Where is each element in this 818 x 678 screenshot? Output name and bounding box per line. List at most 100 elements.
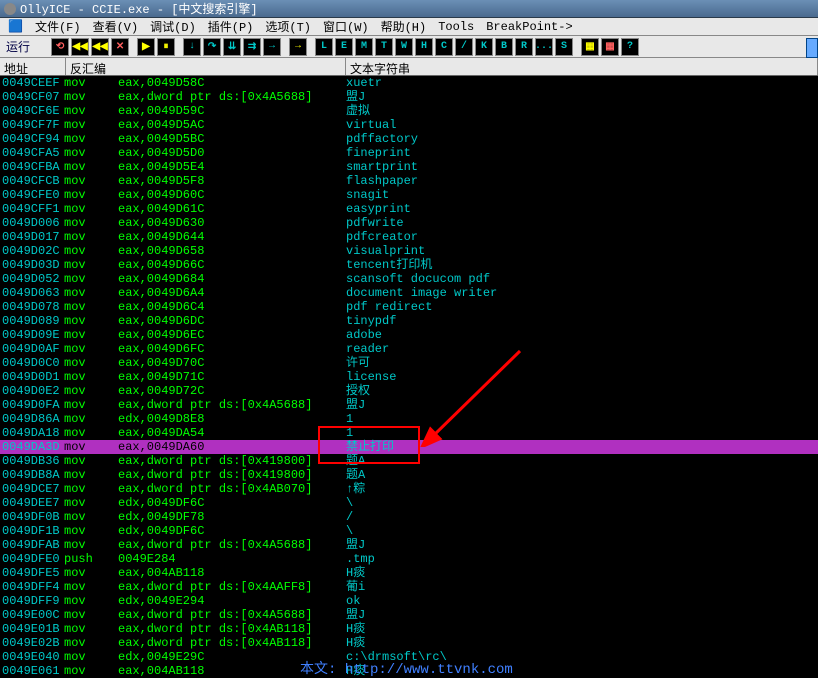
disasm-row[interactable]: 0049DF1Bmovedx,0049DF6C\: [0, 524, 818, 538]
col-disasm[interactable]: 反汇编: [66, 58, 346, 75]
operand-cell: eax,0049D70C: [118, 356, 346, 370]
menu-tools[interactable]: Tools: [432, 20, 480, 34]
disasm-row[interactable]: 0049DFE5moveax,004AB118H痰: [0, 566, 818, 580]
disasm-row[interactable]: 0049CFF1moveax,0049D61Ceasyprint: [0, 202, 818, 216]
menu-plugins[interactable]: 插件(P): [202, 18, 260, 35]
disasm-row[interactable]: 0049DF0Bmovedx,0049DF78/: [0, 510, 818, 524]
disasm-row[interactable]: 0049D078moveax,0049D6C4pdf redirect: [0, 300, 818, 314]
tool-/-button[interactable]: /: [455, 38, 473, 56]
menu-window[interactable]: 窗口(W): [317, 18, 375, 35]
disasm-row[interactable]: 0049D006moveax,0049D630pdfwrite: [0, 216, 818, 230]
disasm-row[interactable]: 0049DFE0push0049E284.tmp: [0, 552, 818, 566]
disasm-row[interactable]: 0049D86Amovedx,0049D8E81: [0, 412, 818, 426]
disasm-row[interactable]: 0049DB8Amoveax,dword ptr ds:[0x419800]题A: [0, 468, 818, 482]
addr-cell: 0049DA3D: [0, 440, 64, 454]
disasm-row[interactable]: 0049CEEFmoveax,0049D58Cxuetr: [0, 76, 818, 90]
menu-debug[interactable]: 调试(D): [144, 18, 202, 35]
play-icon[interactable]: ▶: [137, 38, 155, 56]
operand-cell: eax,dword ptr ds:[0x4AB118]: [118, 622, 346, 636]
tool-B-button[interactable]: B: [495, 38, 513, 56]
tool-W-button[interactable]: W: [395, 38, 413, 56]
disasm-row[interactable]: 0049CF7Fmoveax,0049D5ACvirtual: [0, 118, 818, 132]
back-icon[interactable]: ◀◀: [91, 38, 109, 56]
disasm-row[interactable]: 0049DFF4moveax,dword ptr ds:[0x4AAFF8]葡i: [0, 580, 818, 594]
disasm-row[interactable]: 0049D0AFmoveax,0049D6FCreader: [0, 342, 818, 356]
menu-options[interactable]: 选项(T): [259, 18, 317, 35]
col-address[interactable]: 地址: [0, 58, 66, 75]
mnemonic-cell: mov: [64, 412, 118, 426]
tool-C-button[interactable]: C: [435, 38, 453, 56]
disasm-row[interactable]: 0049DFF9movedx,0049E294ok: [0, 594, 818, 608]
tool-grid2-icon[interactable]: ▦: [601, 38, 619, 56]
mnemonic-cell: mov: [64, 174, 118, 188]
disasm-row[interactable]: 0049E01Bmoveax,dword ptr ds:[0x4AB118]H痰: [0, 622, 818, 636]
disasm-row[interactable]: 0049DA18moveax,0049DA541: [0, 426, 818, 440]
disasm-row[interactable]: 0049CF07moveax,dword ptr ds:[0x4A5688]盟J: [0, 90, 818, 104]
disasm-row[interactable]: 0049D089moveax,0049D6DCtinypdf: [0, 314, 818, 328]
menu-breakpoint[interactable]: BreakPoint->: [480, 20, 578, 34]
tool-E-button[interactable]: E: [335, 38, 353, 56]
rewind-icon[interactable]: ◀◀: [71, 38, 89, 56]
col-text[interactable]: 文本字符串: [346, 58, 818, 75]
traceover-icon[interactable]: ⇉: [243, 38, 261, 56]
tool-R-button[interactable]: R: [515, 38, 533, 56]
disasm-row[interactable]: 0049D02Cmoveax,0049D658visualprint: [0, 244, 818, 258]
disasm-row[interactable]: 0049CF6Emoveax,0049D59C虚拟: [0, 104, 818, 118]
operand-cell: eax,dword ptr ds:[0x4A5688]: [118, 538, 346, 552]
dock-icon[interactable]: [806, 38, 818, 58]
disasm-row[interactable]: 0049E02Bmoveax,dword ptr ds:[0x4AB118]H痰: [0, 636, 818, 650]
addr-cell: 0049D0AF: [0, 342, 64, 356]
tool-H-button[interactable]: H: [415, 38, 433, 56]
menu-file[interactable]: 文件(F): [29, 18, 87, 35]
mnemonic-cell: mov: [64, 328, 118, 342]
disasm-row[interactable]: 0049DA3Dmoveax,0049DA60禁止打印: [0, 440, 818, 454]
tool-L-button[interactable]: L: [315, 38, 333, 56]
tool-K-button[interactable]: K: [475, 38, 493, 56]
disasm-row[interactable]: 0049CF94moveax,0049D5BCpdffactory: [0, 132, 818, 146]
traceinto-icon[interactable]: ⇊: [223, 38, 241, 56]
tool-T-button[interactable]: T: [375, 38, 393, 56]
restart-icon[interactable]: ⟲: [51, 38, 69, 56]
disasm-row[interactable]: 0049DCE7moveax,dword ptr ds:[0x4AB070]↑粽: [0, 482, 818, 496]
close-icon[interactable]: ✕: [111, 38, 129, 56]
menu-view[interactable]: 查看(V): [87, 18, 145, 35]
pause-icon[interactable]: ⏸: [157, 38, 175, 56]
addr-cell: 0049DEE7: [0, 496, 64, 510]
disasm-row[interactable]: 0049DB36moveax,dword ptr ds:[0x419800]题A: [0, 454, 818, 468]
string-cell: 葡i: [346, 580, 365, 594]
tool-grid1-icon[interactable]: ▦: [581, 38, 599, 56]
disasm-row[interactable]: 0049D0C0moveax,0049D70C许可: [0, 356, 818, 370]
disasm-row[interactable]: 0049CFCBmoveax,0049D5F8flashpaper: [0, 174, 818, 188]
disasm-row[interactable]: 0049D063moveax,0049D6A4document image wr…: [0, 286, 818, 300]
disasm-row[interactable]: 0049D0E2moveax,0049D72C授权: [0, 384, 818, 398]
addr-cell: 0049D09E: [0, 328, 64, 342]
disasm-row[interactable]: 0049CFBAmoveax,0049D5E4smartprint: [0, 160, 818, 174]
disasm-row[interactable]: 0049D03Dmoveax,0049D66Ctencent打印机: [0, 258, 818, 272]
disasm-row[interactable]: 0049E00Cmoveax,dword ptr ds:[0x4A5688]盟J: [0, 608, 818, 622]
disasm-row[interactable]: 0049DEE7movedx,0049DF6C\: [0, 496, 818, 510]
addr-cell: 0049D0FA: [0, 398, 64, 412]
stepover-icon[interactable]: ↷: [203, 38, 221, 56]
string-cell: flashpaper: [346, 174, 418, 188]
stepinto-icon[interactable]: ↓: [183, 38, 201, 56]
disasm-row[interactable]: 0049D052moveax,0049D684scansoft docucom …: [0, 272, 818, 286]
operand-cell: eax,004AB118: [118, 566, 346, 580]
disassembly-pane[interactable]: 0049CEEFmoveax,0049D58Cxuetr0049CF07move…: [0, 76, 818, 678]
disasm-row[interactable]: 0049D017moveax,0049D644pdfcreator: [0, 230, 818, 244]
disasm-row[interactable]: 0049D09Emoveax,0049D6ECadobe: [0, 328, 818, 342]
menu-help[interactable]: 帮助(H): [375, 18, 433, 35]
execute-icon[interactable]: →: [263, 38, 281, 56]
disasm-row[interactable]: 0049D0D1moveax,0049D71Clicense: [0, 370, 818, 384]
addr-cell: 0049DB36: [0, 454, 64, 468]
tool-...-button[interactable]: ...: [535, 38, 553, 56]
tool-S-button[interactable]: S: [555, 38, 573, 56]
disasm-row[interactable]: 0049CFA5moveax,0049D5D0fineprint: [0, 146, 818, 160]
disasm-row[interactable]: 0049CFE0moveax,0049D60Csnagit: [0, 188, 818, 202]
tool-help-icon[interactable]: ?: [621, 38, 639, 56]
disasm-row[interactable]: 0049DFABmoveax,dword ptr ds:[0x4A5688]盟J: [0, 538, 818, 552]
operand-cell: eax,0049D6A4: [118, 286, 346, 300]
goto-icon[interactable]: →: [289, 38, 307, 56]
tool-M-button[interactable]: M: [355, 38, 373, 56]
string-cell: 禁止打印: [346, 440, 394, 454]
disasm-row[interactable]: 0049D0FAmoveax,dword ptr ds:[0x4A5688]盟J: [0, 398, 818, 412]
